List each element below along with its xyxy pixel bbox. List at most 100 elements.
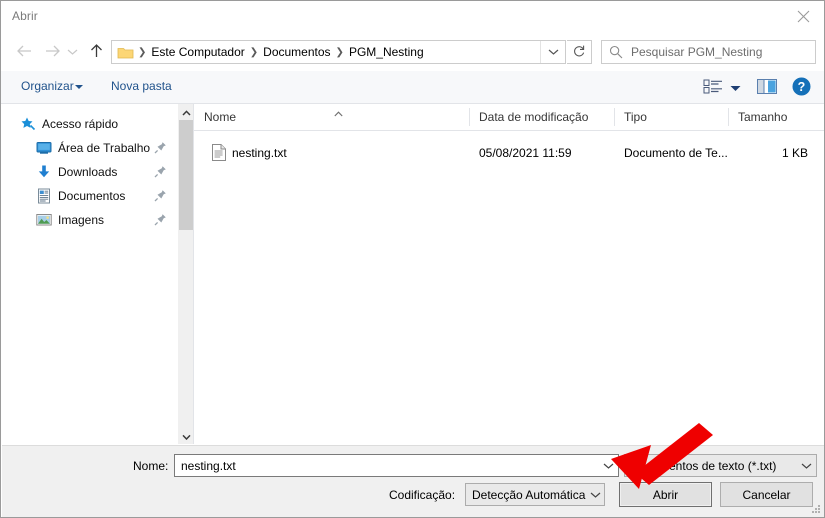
search-icon [609, 45, 623, 59]
column-header-tamanho[interactable]: Tamanho [728, 104, 824, 130]
open-file-dialog: Abrir ❯ Este Computador ❯ Documentos ❯ P… [0, 0, 825, 518]
pin-icon[interactable] [154, 189, 167, 202]
address-history-button[interactable] [540, 41, 565, 63]
forward-button[interactable] [39, 39, 65, 65]
pictures-icon [36, 212, 52, 228]
folder-icon [117, 45, 134, 60]
scroll-up-button[interactable] [178, 104, 194, 120]
file-name-label: Nome: [133, 459, 169, 473]
chevron-down-icon [585, 484, 605, 505]
cell-data-de-modificacao: 05/08/2021 11:59 [479, 146, 572, 160]
table-row[interactable]: nesting.txt 05/08/2021 11:59 Documento d… [194, 140, 824, 166]
column-header-label: Data de modificação [479, 110, 589, 124]
window-title: Abrir [12, 9, 38, 23]
file-list-header: Nome Data de modificação Tipo Tamanho [194, 104, 824, 131]
breadcrumb-separator: ❯ [138, 46, 147, 58]
view-options-caret[interactable] [728, 77, 742, 99]
breadcrumb-separator: ❯ [335, 46, 344, 58]
chevron-down-icon [603, 459, 614, 473]
documents-icon [36, 188, 52, 204]
sidebar-item-documentos[interactable]: Documentos [2, 184, 176, 208]
desktop-icon [36, 140, 52, 156]
address-bar[interactable]: ❯ Este Computador ❯ Documentos ❯ PGM_Nes… [111, 40, 566, 64]
new-folder-button[interactable]: Nova pasta [111, 79, 172, 93]
dialog-footer: Nome: nesting.txt Documentos de texto (*… [2, 445, 824, 517]
sidebar-item-label: Área de Trabalho [58, 141, 151, 155]
close-icon [797, 10, 810, 23]
breadcrumb-item-1[interactable]: Documentos [260, 43, 333, 61]
cell-nome: nesting.txt [232, 146, 287, 160]
help-button[interactable]: ? [790, 77, 812, 99]
help-icon: ? [792, 77, 811, 99]
chevron-up-icon [181, 105, 191, 119]
sort-ascending-icon [334, 106, 343, 117]
view-list-icon [703, 79, 723, 97]
column-header-tipo[interactable]: Tipo [614, 104, 728, 130]
chevron-down-icon [796, 455, 816, 476]
file-name-dropdown-button[interactable] [598, 455, 618, 476]
navigation-pane-scrollbar[interactable] [177, 104, 193, 444]
refresh-button[interactable] [567, 40, 592, 64]
search-input[interactable]: Pesquisar PGM_Nesting [601, 40, 816, 64]
cancel-button[interactable]: Cancelar [720, 482, 813, 507]
chevron-down-icon [181, 429, 191, 443]
star-pin-icon [20, 116, 36, 132]
cell-tipo: Documento de Te... [624, 146, 728, 160]
sidebar-item-acesso-rapido[interactable]: Acesso rápido [2, 112, 176, 136]
caret-down-icon [730, 81, 741, 95]
arrow-up-icon [89, 43, 104, 62]
navigation-bar: ❯ Este Computador ❯ Documentos ❯ PGM_Nes… [1, 33, 824, 71]
scroll-down-button[interactable] [178, 428, 194, 444]
organize-button[interactable]: Organizar [21, 79, 74, 93]
encoding-dropdown[interactable]: Detecção Automática [465, 483, 605, 506]
recent-locations-button[interactable] [63, 39, 81, 65]
resize-grip-icon[interactable] [810, 504, 821, 515]
text-file-icon [212, 144, 228, 162]
view-options-button[interactable] [700, 77, 726, 99]
command-bar: Organizar Nova pasta ? [1, 71, 824, 104]
sidebar-item-label: Acesso rápido [42, 117, 119, 131]
breadcrumb-item-2[interactable]: PGM_Nesting [346, 43, 427, 61]
pin-icon[interactable] [154, 165, 167, 178]
scrollbar-thumb[interactable] [179, 120, 193, 230]
refresh-icon [572, 44, 586, 61]
column-header-nome[interactable]: Nome [194, 104, 469, 130]
up-one-level-button[interactable] [83, 39, 109, 65]
chevron-down-icon [67, 45, 78, 59]
svg-text:?: ? [797, 80, 805, 94]
open-button[interactable]: Abrir [619, 482, 712, 507]
pin-icon[interactable] [154, 141, 167, 154]
close-button[interactable] [780, 1, 824, 32]
file-list-pane: Nome Data de modificação Tipo Tamanho ne… [194, 104, 824, 444]
sidebar-item-label: Documentos [58, 189, 126, 203]
breadcrumb: ❯ Este Computador ❯ Documentos ❯ PGM_Nes… [136, 43, 540, 61]
arrow-left-icon [16, 44, 33, 61]
encoding-label: Codificação: [389, 488, 456, 502]
sidebar-item-label: Downloads [58, 165, 118, 179]
back-button[interactable] [11, 39, 37, 65]
sidebar-item-area-de-trabalho[interactable]: Área de Trabalho [2, 136, 176, 160]
sidebar-item-downloads[interactable]: Downloads [2, 160, 176, 184]
search-placeholder: Pesquisar PGM_Nesting [631, 45, 763, 59]
breadcrumb-item-0[interactable]: Este Computador [148, 43, 247, 61]
chevron-down-icon [548, 45, 559, 59]
sidebar-item-imagens[interactable]: Imagens [2, 208, 176, 232]
download-arrow-icon [36, 164, 52, 180]
file-type-filter-value: Documentos de texto (*.txt) [631, 458, 777, 473]
column-header-label: Tipo [624, 110, 647, 124]
breadcrumb-separator: ❯ [249, 46, 259, 58]
sidebar-item-label: Imagens [58, 213, 105, 227]
file-name-value: nesting.txt [181, 458, 236, 473]
pin-icon[interactable] [154, 213, 167, 226]
column-header-label: Nome [204, 110, 237, 124]
encoding-value: Detecção Automática [472, 487, 586, 502]
navigation-pane: Acesso rápido Área de Trabalho Downloads… [2, 104, 176, 444]
file-name-input[interactable]: nesting.txt [174, 454, 619, 477]
caret-down-icon [75, 85, 83, 89]
column-header-data-de-modificacao[interactable]: Data de modificação [469, 104, 614, 130]
file-type-filter-dropdown[interactable]: Documentos de texto (*.txt) [624, 454, 817, 477]
preview-pane-button[interactable] [755, 77, 779, 99]
column-header-label: Tamanho [738, 110, 788, 124]
title-bar: Abrir [1, 1, 824, 33]
preview-pane-icon [757, 79, 777, 97]
